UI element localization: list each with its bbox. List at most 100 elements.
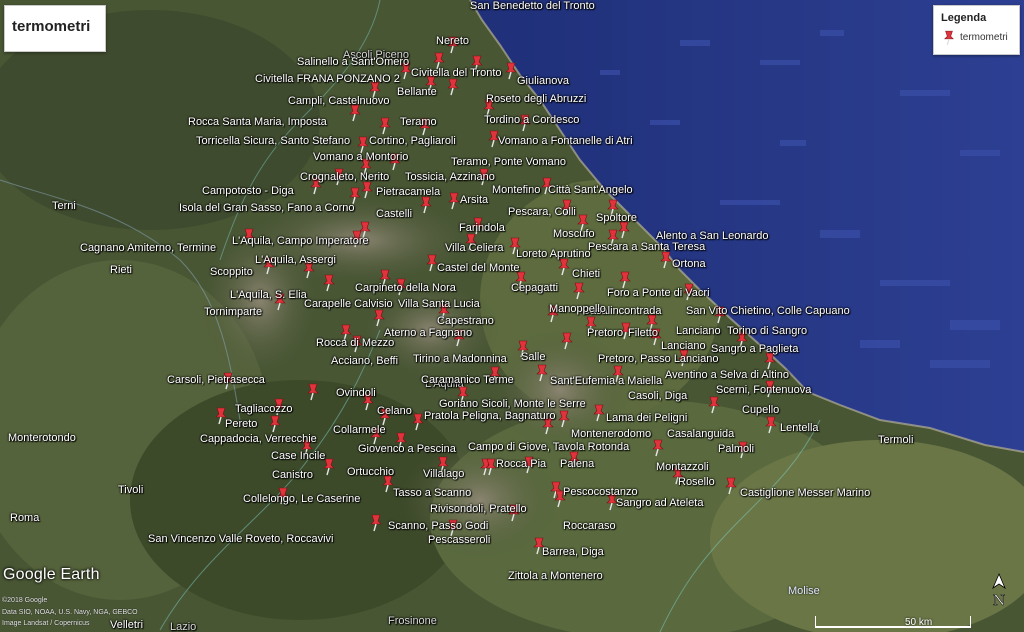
station-label[interactable]: Castiglione Messer Marino xyxy=(740,487,870,499)
thermometer-pin-icon[interactable] xyxy=(306,383,320,401)
station-label[interactable]: Teramo xyxy=(400,116,437,128)
station-label[interactable]: Pescara, Colli xyxy=(508,206,576,218)
station-label[interactable]: Città Sant'Angelo xyxy=(548,184,633,196)
thermometer-pin-icon[interactable] xyxy=(411,413,425,431)
station-label[interactable]: Chieti xyxy=(572,268,600,280)
station-label[interactable]: Lanciano xyxy=(676,325,721,337)
station-label[interactable]: Casoli, Diga xyxy=(628,390,687,402)
station-label[interactable]: Ovindoli xyxy=(336,387,376,399)
station-label[interactable]: Nereto xyxy=(436,35,469,47)
station-label[interactable]: Pescara a Santa Teresa xyxy=(588,241,705,253)
station-label[interactable]: Tasso a Scanno xyxy=(393,487,471,499)
station-label[interactable]: Bellante xyxy=(397,86,437,98)
station-label[interactable]: Cappadocia, Verrecchie xyxy=(200,433,317,445)
station-label[interactable]: Cupello xyxy=(742,404,779,416)
station-label[interactable]: Barrea, Diga xyxy=(542,546,604,558)
station-label[interactable]: Salinello a Sant'Omero xyxy=(297,56,409,68)
station-label[interactable]: Palena xyxy=(560,458,594,470)
station-label[interactable]: Tossicia, Azzinano xyxy=(405,171,495,183)
station-label[interactable]: L'Aquila, Campo Imperatore xyxy=(232,235,369,247)
thermometer-pin-icon[interactable] xyxy=(372,309,386,327)
thermometer-pin-icon[interactable] xyxy=(378,117,392,135)
station-label[interactable]: Scoppito xyxy=(210,266,253,278)
station-label[interactable]: Moscufo xyxy=(553,228,595,240)
station-label[interactable]: Pereto xyxy=(225,418,257,430)
station-label[interactable]: Castelli xyxy=(376,208,412,220)
station-label[interactable]: Tagliacozzo xyxy=(235,403,292,415)
station-label[interactable]: L'Aquila, S. Elia xyxy=(230,289,307,301)
station-label[interactable]: Sangro ad Ateleta xyxy=(616,497,703,509)
station-label[interactable]: Castel del Monte xyxy=(437,262,520,274)
thermometer-pin-icon[interactable] xyxy=(360,181,374,199)
station-label[interactable]: Sangro a Paglieta xyxy=(711,343,798,355)
station-label[interactable]: Torino di Sangro xyxy=(727,325,807,337)
station-label[interactable]: Sant'Eufemia a Maiella xyxy=(550,375,662,387)
station-label[interactable]: Rosello xyxy=(678,476,715,488)
station-label[interactable]: Salle xyxy=(521,351,545,363)
station-label[interactable]: Foro a Ponte di Vacri xyxy=(607,287,710,299)
station-label[interactable]: Teramo, Ponte Vomano xyxy=(451,156,566,168)
station-label[interactable]: Aventino a Selva di Altino xyxy=(665,369,789,381)
station-label[interactable]: Carapelle Calvisio xyxy=(304,298,393,310)
thermometer-pin-icon[interactable] xyxy=(535,364,549,382)
station-label[interactable]: Lentella xyxy=(780,422,819,434)
station-label[interactable]: Tornimparte xyxy=(204,306,262,318)
station-label[interactable]: Villa Santa Lucia xyxy=(398,298,480,310)
station-label[interactable]: Vomano a Fontanelle di Atri xyxy=(498,135,633,147)
station-label[interactable]: Carpineto della Nora xyxy=(355,282,456,294)
station-label[interactable]: San Vincenzo Valle Roveto, Roccavivi xyxy=(148,533,333,545)
thermometer-pin-icon[interactable] xyxy=(560,332,574,350)
station-label[interactable]: Acciano, Beffi xyxy=(331,355,398,367)
thermometer-pin-icon[interactable] xyxy=(447,192,461,210)
station-label[interactable]: Montenerodomo xyxy=(571,428,651,440)
station-label[interactable]: Cortino, Pagliaroli xyxy=(369,135,456,147)
thermometer-pin-icon[interactable] xyxy=(724,477,738,495)
station-label[interactable]: Giulianova xyxy=(517,75,569,87)
station-label[interactable]: Spoltore xyxy=(596,212,637,224)
station-label[interactable]: Roseto degli Abruzzi xyxy=(486,93,586,105)
station-label[interactable]: Capestrano xyxy=(437,315,494,327)
station-label[interactable]: Pretoro xyxy=(587,327,623,339)
station-label[interactable]: Cagnano Amiterno, Termine xyxy=(80,242,216,254)
station-label[interactable]: Case Incile xyxy=(271,450,325,462)
thermometer-pin-icon[interactable] xyxy=(651,439,665,457)
station-label[interactable]: Roccaraso xyxy=(563,520,616,532)
station-label[interactable]: Rocca Santa Maria, Imposta xyxy=(188,116,327,128)
station-label[interactable]: Canistro xyxy=(272,469,313,481)
station-label[interactable]: Scerni, Fontenuova xyxy=(716,384,811,396)
station-label[interactable]: Goriano Sicoli, Monte le Serre xyxy=(439,398,586,410)
station-label[interactable]: Ortucchio xyxy=(347,466,394,478)
station-label[interactable]: Farindola xyxy=(459,222,505,234)
station-label[interactable]: Tirino a Madonnina xyxy=(413,353,507,365)
thermometer-pin-icon[interactable] xyxy=(764,416,778,434)
thermometer-pin-icon[interactable] xyxy=(707,396,721,414)
station-label[interactable]: Lama dei Peligni xyxy=(606,412,687,424)
station-label[interactable]: Rocca Pia xyxy=(496,458,546,470)
thermometer-pin-icon[interactable] xyxy=(504,62,518,80)
station-label[interactable]: Palmoli xyxy=(718,443,754,455)
station-label[interactable]: Campo di Giove, Tavola Rotonda xyxy=(468,441,629,453)
station-label[interactable]: Lanciano xyxy=(661,340,706,352)
thermometer-pin-icon[interactable] xyxy=(572,282,586,300)
station-label[interactable]: Giovenco a Pescina xyxy=(358,443,456,455)
station-label[interactable]: L'Aquila, Assergi xyxy=(255,254,336,266)
station-label[interactable]: Collelongo, Le Caserine xyxy=(243,493,360,505)
station-label[interactable]: Pretoro, Passo Lanciano xyxy=(598,353,718,365)
station-label[interactable]: Tordino a Cordesco xyxy=(484,114,579,126)
station-label[interactable]: Scanno, Passo Godi xyxy=(388,520,488,532)
thermometer-pin-icon[interactable] xyxy=(557,258,571,276)
station-label[interactable]: Loreto Aprutino xyxy=(516,248,591,260)
station-label[interactable]: Caramanico Terme xyxy=(421,374,514,386)
station-label[interactable]: Aterno a Fagnano xyxy=(384,327,472,339)
station-label[interactable]: Montazzoli xyxy=(656,461,709,473)
station-label[interactable]: Villa Celiera xyxy=(445,242,504,254)
station-label[interactable]: Celano xyxy=(377,405,412,417)
station-label[interactable]: Vomano a Montorio xyxy=(313,151,408,163)
station-label[interactable]: Villalago xyxy=(423,468,464,480)
station-label[interactable]: Carsoli, Pietrasecca xyxy=(167,374,265,386)
thermometer-pin-icon[interactable] xyxy=(419,196,433,214)
station-label[interactable]: Pratola Peligna, Bagnaturo xyxy=(424,410,555,422)
station-label[interactable]: Isola del Gran Sasso, Fano a Corno xyxy=(179,202,354,214)
station-label[interactable]: Civitella FRANA PONZANO 2 xyxy=(255,73,400,85)
station-label[interactable]: Collarmele xyxy=(333,424,386,436)
